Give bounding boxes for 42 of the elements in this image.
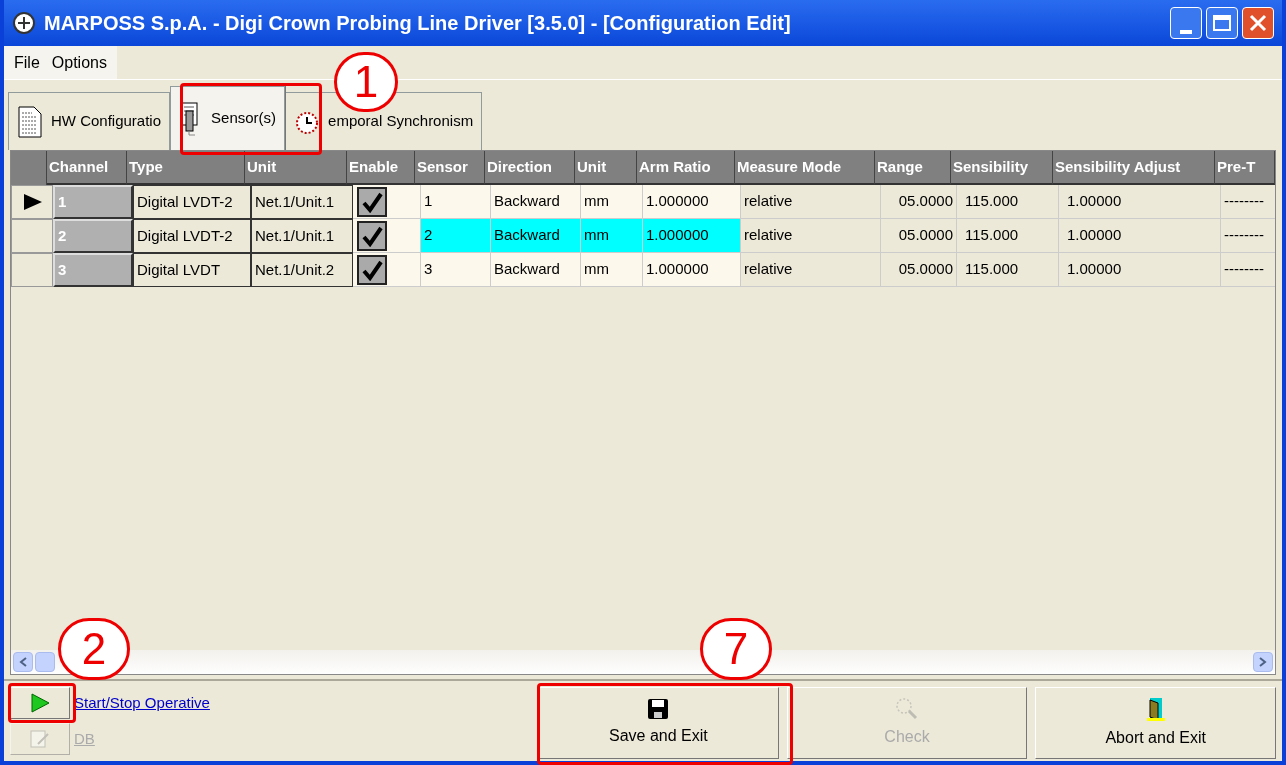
table-cell: Net.1/Unit.1 — [251, 185, 353, 219]
table-cell: 2 — [421, 219, 491, 253]
table-cell: Net.1/Unit.2 — [251, 253, 353, 287]
table-cell: 1.000000 — [643, 253, 741, 287]
table-cell: Backward — [491, 219, 581, 253]
action-button[interactable]: Abort and Exit — [1035, 687, 1276, 759]
table-cell: relative — [741, 219, 881, 253]
table-cell: relative — [741, 253, 881, 287]
window-title: MARPOSS S.p.A. - Digi Crown Probing Line Driver [3.5.0] - [Configuration Edit] — [44, 11, 791, 36]
tab[interactable]: Sensor(s) — [170, 86, 286, 150]
table-cell: 1.00000 — [1059, 219, 1221, 253]
table-cell: 05.0000 — [881, 219, 957, 253]
table-cell: 2 — [53, 219, 133, 253]
table-cell: 1 — [53, 185, 133, 219]
menu-item[interactable]: Options — [45, 50, 113, 75]
table-cell: 05.0000 — [881, 253, 957, 287]
table-cell: 115.000 — [957, 219, 1059, 253]
table-cell: 1.000000 — [643, 219, 741, 253]
table-cell: 3 — [53, 253, 133, 287]
table-cell: 115.000 — [957, 185, 1059, 219]
start-stop-link[interactable]: Start/Stop Operative — [74, 691, 210, 715]
table-cell: 05.0000 — [881, 185, 957, 219]
db-label: DB — [74, 728, 95, 749]
table-cell: Digital LVDT-2 — [133, 185, 251, 219]
table-cell: 1.000000 — [643, 185, 741, 219]
table-cell: 115.000 — [957, 253, 1059, 287]
table-cell: 1 — [421, 185, 491, 219]
table-cell: Backward — [491, 185, 581, 219]
action-button[interactable]: Save and Exit — [538, 687, 779, 759]
menu-item[interactable]: File — [8, 50, 46, 75]
table-cell: 1.00000 — [1059, 253, 1221, 287]
table-cell: 1.00000 — [1059, 185, 1221, 219]
table-cell: relative — [741, 185, 881, 219]
table-cell: mm — [581, 253, 643, 287]
tab[interactable]: HW Configuratio — [8, 92, 171, 150]
table-cell: Digital LVDT-2 — [133, 219, 251, 253]
table-cell: mm — [581, 185, 643, 219]
table-cell: 3 — [421, 253, 491, 287]
table-cell: Digital LVDT — [133, 253, 251, 287]
table-cell: mm — [581, 219, 643, 253]
table-cell: Net.1/Unit.1 — [251, 219, 353, 253]
table-cell: Backward — [491, 253, 581, 287]
